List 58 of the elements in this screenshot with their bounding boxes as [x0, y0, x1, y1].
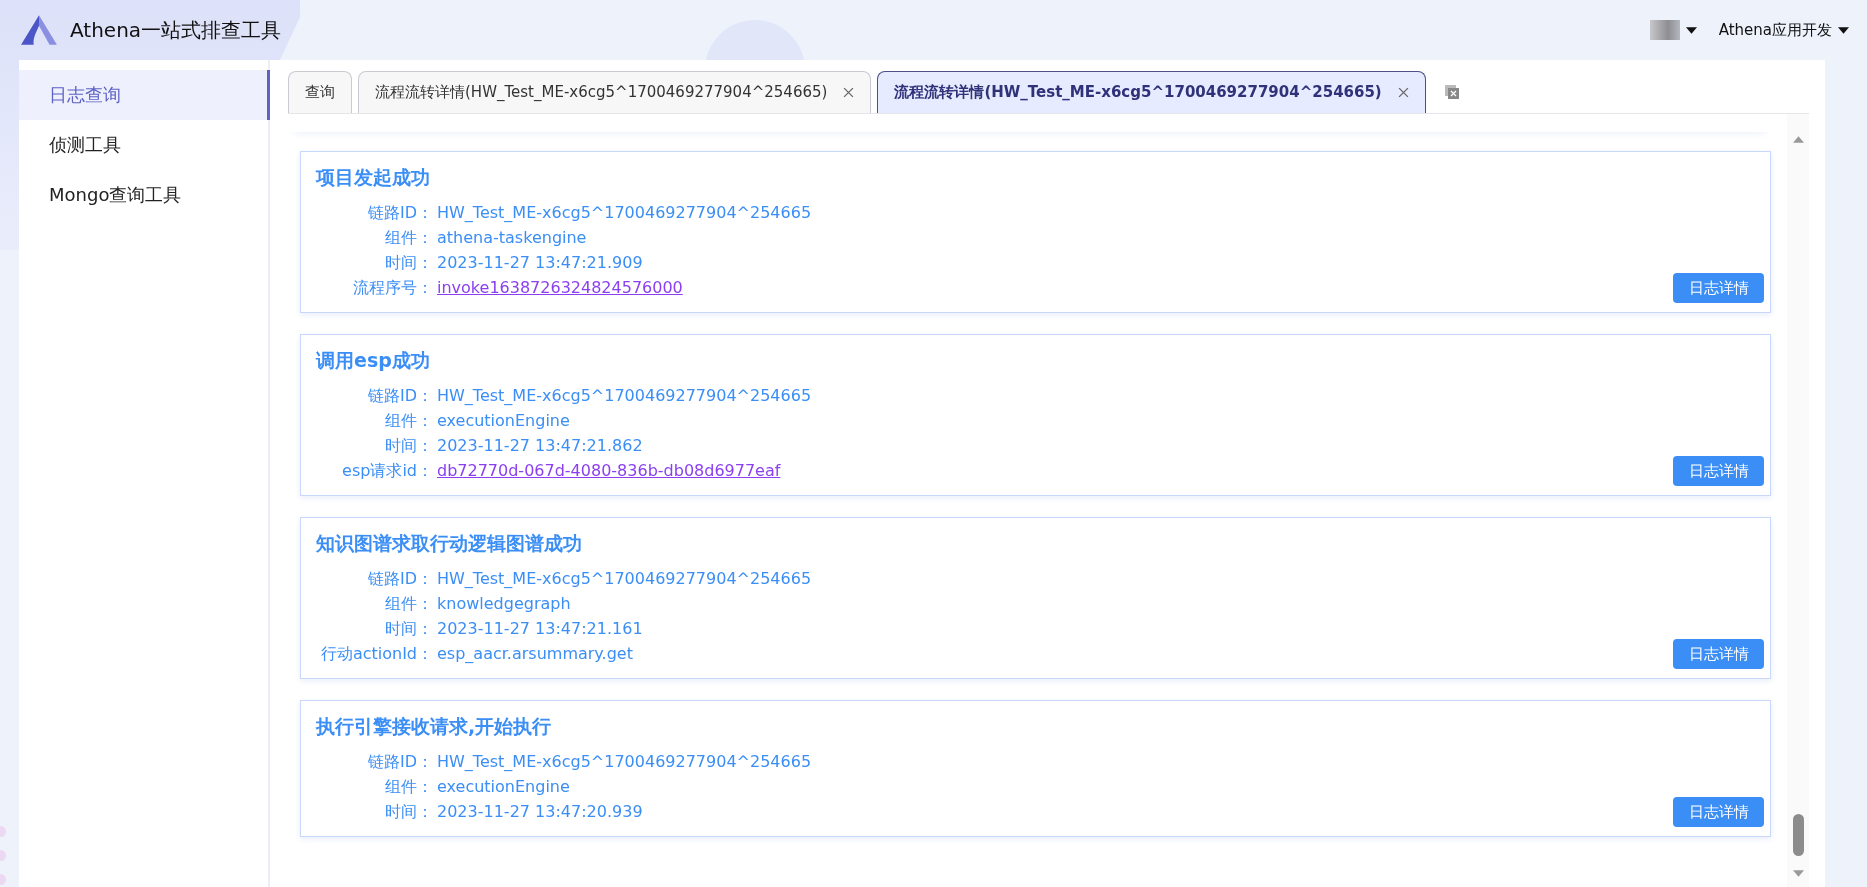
field-label: 链路ID：: [366, 202, 433, 224]
scroll-down-icon[interactable]: [1792, 870, 1804, 877]
field-value: 2023-11-27 13:47:20.939: [437, 801, 643, 823]
field-label: 行动actionId：: [319, 643, 433, 665]
card-title: 项目发起成功: [316, 165, 431, 190]
scrollbar-thumb[interactable]: [1792, 814, 1804, 856]
scroll-up-icon[interactable]: [1792, 136, 1804, 143]
sidebar-item[interactable]: Mongo查询工具: [19, 170, 268, 220]
app-title: Athena一站式排查工具: [70, 16, 282, 44]
user-menu[interactable]: [1649, 20, 1697, 40]
field-label: 链路ID：: [366, 751, 433, 773]
field-value: HW_Test_ME-x6cg5^1700469277904^254665: [437, 568, 812, 590]
field-label: 时间：: [384, 435, 433, 457]
log-detail-button[interactable]: 日志详情: [1673, 639, 1764, 669]
sidebar-item[interactable]: 日志查询: [19, 70, 270, 120]
field-value: 2023-11-27 13:47:21.909: [437, 252, 643, 274]
field-label: 组件：: [384, 593, 433, 615]
field-label: esp请求id：: [341, 460, 433, 482]
field-link[interactable]: db72770d-067d-4080-836b-db08d6977eaf: [437, 458, 781, 483]
app-menu[interactable]: Athena应用开发: [1718, 20, 1849, 40]
field-value: executionEngine: [437, 776, 570, 798]
field-label: 组件：: [384, 776, 433, 798]
tab[interactable]: 查询: [288, 71, 352, 113]
field-label: 时间：: [384, 618, 433, 640]
close-icon[interactable]: [1397, 87, 1409, 98]
field-value: HW_Test_ME-x6cg5^1700469277904^254665: [437, 751, 812, 773]
card-title: 知识图谱求取行动逻辑图谱成功: [316, 531, 583, 556]
field-value: athena-taskengine: [437, 227, 587, 249]
field-label: 时间：: [384, 252, 433, 274]
field-label: 组件：: [384, 410, 433, 432]
dots-decoration: [0, 826, 6, 885]
close-icon[interactable]: [843, 87, 855, 98]
avatar-placeholder: [1649, 20, 1680, 40]
tab[interactable]: 流程流转详情(HW_Test_ME-x6cg5^1700469277904^254665): [358, 71, 872, 113]
field-value: HW_Test_ME-x6cg5^1700469277904^254665: [437, 385, 812, 407]
field-label: 组件：: [384, 227, 433, 249]
field-value: executionEngine: [437, 410, 570, 432]
log-detail-button[interactable]: 日志详情: [1673, 797, 1764, 827]
close-all-icon[interactable]: [1443, 84, 1460, 100]
card-title: 调用esp成功: [316, 348, 431, 373]
caret-icon: [1685, 26, 1697, 34]
caret-icon: [1838, 26, 1849, 34]
field-label: 链路ID：: [366, 568, 433, 590]
card-title: 执行引擎接收请求,开始执行: [316, 714, 553, 739]
field-value: HW_Test_ME-x6cg5^1700469277904^254665: [437, 202, 812, 224]
sidebar-item[interactable]: 侦测工具: [19, 120, 268, 170]
logo-icon: [20, 14, 58, 46]
field-label: 链路ID：: [366, 385, 433, 407]
log-detail-button[interactable]: 日志详情: [1673, 273, 1764, 303]
field-value: 2023-11-27 13:47:21.161: [437, 618, 643, 640]
field-value: 2023-11-27 13:47:21.862: [437, 435, 643, 457]
field-label: 时间：: [384, 801, 433, 823]
field-value: knowledgegraph: [437, 593, 571, 615]
field-link[interactable]: invoke1638726324824576000: [437, 275, 683, 300]
field-value: esp_aacr.arsummary.get: [437, 643, 633, 665]
tab[interactable]: 流程流转详情(HW_Test_ME-x6cg5^1700469277904^254665): [877, 71, 1426, 113]
field-label: 流程序号：: [352, 277, 433, 299]
log-detail-button[interactable]: 日志详情: [1673, 456, 1764, 486]
